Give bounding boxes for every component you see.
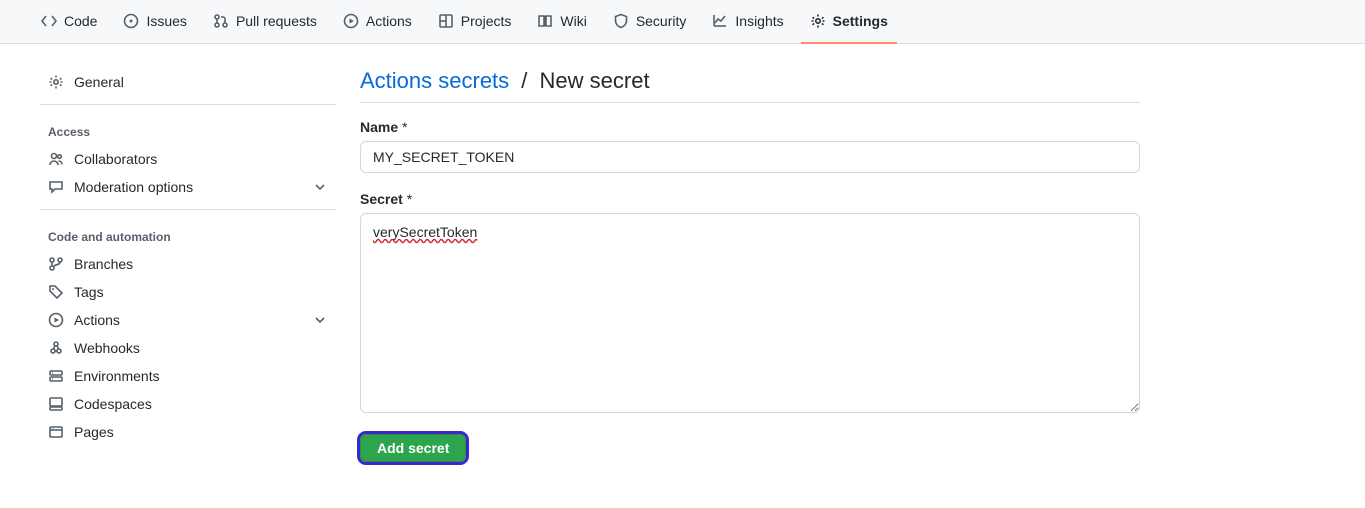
sidebar-item-branches[interactable]: Branches (40, 250, 336, 278)
tab-insights-label: Insights (735, 13, 783, 29)
secret-name-input[interactable] (360, 141, 1140, 173)
people-icon (48, 151, 64, 167)
shield-icon (613, 13, 629, 29)
comment-icon (48, 179, 64, 195)
tab-security-label: Security (636, 13, 687, 29)
tab-projects-label: Projects (461, 13, 512, 29)
sidebar-item-label: Codespaces (74, 396, 152, 412)
webhook-icon (48, 340, 64, 356)
tab-pull-requests[interactable]: Pull requests (204, 0, 326, 44)
tag-icon (48, 284, 64, 300)
sidebar-item-tags[interactable]: Tags (40, 278, 336, 306)
tab-insights[interactable]: Insights (703, 0, 792, 44)
sidebar-item-pages[interactable]: Pages (40, 418, 336, 446)
sidebar-item-label: Tags (74, 284, 104, 300)
add-secret-button[interactable]: Add secret (360, 434, 466, 462)
tab-code[interactable]: Code (32, 0, 106, 44)
sidebar-item-label: Webhooks (74, 340, 140, 356)
sidebar-item-label: Pages (74, 424, 114, 440)
graph-icon (712, 13, 728, 29)
tab-pull-requests-label: Pull requests (236, 13, 317, 29)
tab-issues-label: Issues (146, 13, 186, 29)
tab-issues[interactable]: Issues (114, 0, 195, 44)
repo-tabs: Code Issues Pull requests Actions Projec… (0, 0, 1365, 44)
sidebar-item-collaborators[interactable]: Collaborators (40, 145, 336, 173)
gear-icon (810, 13, 826, 29)
breadcrumb-current: New secret (540, 68, 650, 93)
breadcrumb-separator: / (515, 68, 533, 93)
server-icon (48, 368, 64, 384)
sidebar-item-label: Environments (74, 368, 160, 384)
main-content: Actions secrets / New secret Name * Secr… (360, 68, 1140, 466)
sidebar-item-webhooks[interactable]: Webhooks (40, 334, 336, 362)
tab-wiki[interactable]: Wiki (528, 0, 595, 44)
secret-value-textarea[interactable] (360, 213, 1140, 413)
browser-icon (48, 424, 64, 440)
page-title: Actions secrets / New secret (360, 68, 1140, 103)
secret-label: Secret * (360, 191, 1140, 207)
sidebar-item-codespaces[interactable]: Codespaces (40, 390, 336, 418)
project-icon (438, 13, 454, 29)
codespaces-icon (48, 396, 64, 412)
settings-sidebar: General Access Collaborators Moderation … (40, 68, 336, 466)
name-label: Name * (360, 119, 1140, 135)
chevron-down-icon (312, 179, 328, 195)
sidebar-heading-code-automation: Code and automation (40, 222, 336, 250)
tab-actions-label: Actions (366, 13, 412, 29)
play-icon (48, 312, 64, 328)
tab-actions[interactable]: Actions (334, 0, 421, 44)
book-icon (537, 13, 553, 29)
sidebar-item-label: Actions (74, 312, 120, 328)
breadcrumb-link-actions-secrets[interactable]: Actions secrets (360, 68, 509, 93)
code-icon (41, 13, 57, 29)
tab-wiki-label: Wiki (560, 13, 586, 29)
tab-settings[interactable]: Settings (801, 0, 897, 44)
issue-icon (123, 13, 139, 29)
tab-projects[interactable]: Projects (429, 0, 521, 44)
sidebar-item-actions[interactable]: Actions (40, 306, 336, 334)
tab-code-label: Code (64, 13, 97, 29)
tab-security[interactable]: Security (604, 0, 696, 44)
sidebar-heading-access: Access (40, 117, 336, 145)
sidebar-item-general[interactable]: General (40, 68, 336, 96)
branch-icon (48, 256, 64, 272)
sidebar-item-label: Branches (74, 256, 133, 272)
sidebar-item-label: General (74, 74, 124, 90)
gear-icon (48, 74, 64, 90)
chevron-down-icon (312, 312, 328, 328)
play-icon (343, 13, 359, 29)
sidebar-item-label: Moderation options (74, 179, 193, 195)
sidebar-item-moderation[interactable]: Moderation options (40, 173, 336, 201)
tab-settings-label: Settings (833, 13, 888, 29)
sidebar-item-environments[interactable]: Environments (40, 362, 336, 390)
pull-request-icon (213, 13, 229, 29)
sidebar-item-label: Collaborators (74, 151, 157, 167)
